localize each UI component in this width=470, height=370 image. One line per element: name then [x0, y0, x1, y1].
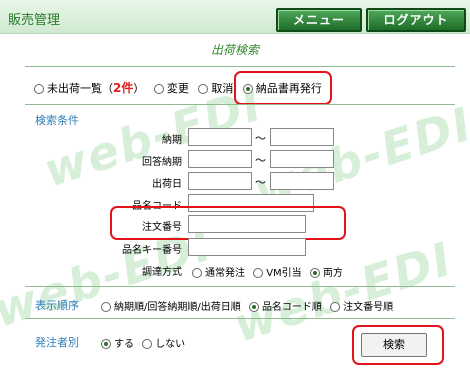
range-separator: ～ [255, 176, 266, 189]
divider [25, 104, 455, 105]
orderer-yes-option[interactable]: する [101, 335, 134, 350]
ship-date-from-input[interactable] [188, 172, 252, 190]
logout-button[interactable]: ログアウト [366, 8, 466, 32]
delivery-date-label: 納期 [162, 135, 182, 146]
sort-radio-group: 納期順/回答納期順/出荷日順 品名コード順 注文番号順 [101, 298, 398, 313]
sort-by-product-code-option[interactable]: 品名コード順 [248, 298, 322, 313]
radio-icon [253, 268, 264, 278]
procurement-radio-group: 通常発注 VM引当 両方 [192, 264, 348, 279]
delivery-date-from-input[interactable] [188, 128, 252, 146]
highlight-box [352, 325, 444, 365]
radio-icon [330, 302, 341, 312]
answer-date-label: 回答納期 [142, 157, 182, 168]
radio-icon [142, 339, 153, 349]
radio-selected-icon [248, 302, 259, 312]
divider [25, 318, 455, 319]
orderer-label: 発注者別 [35, 336, 79, 349]
divider [25, 66, 455, 67]
ship-date-label: 出荷日 [152, 179, 182, 190]
procurement-label: 調達方式 [142, 267, 182, 278]
radio-icon [153, 84, 164, 94]
highlight-box [234, 71, 332, 105]
unshipped-count: 2件 [113, 81, 134, 95]
highlight-box [110, 206, 346, 240]
page-title: 出荷検索 [210, 43, 259, 57]
answer-date-to-input[interactable] [270, 150, 334, 168]
product-key-input[interactable] [188, 238, 306, 256]
radio-icon [198, 84, 209, 94]
radio-icon [34, 84, 44, 94]
title-bar: 販売管理 メニュー ログアウト [0, 0, 470, 34]
mode-cancel[interactable]: 取消 [198, 80, 233, 96]
mode-change[interactable]: 変更 [153, 80, 189, 96]
radio-selected-icon [101, 339, 111, 349]
mode-unshipped-list[interactable]: 未出荷一覧（2件） [34, 79, 144, 96]
procurement-vm-option[interactable]: VM引当 [253, 264, 302, 279]
delivery-date-to-input[interactable] [270, 128, 334, 146]
ship-date-to-input[interactable] [270, 172, 334, 190]
app-title: 販売管理 [8, 13, 61, 28]
sort-by-date-option[interactable]: 納期順/回答納期順/出荷日順 [101, 298, 241, 313]
orderer-radio-group: する しない [101, 335, 190, 350]
orderer-no-option[interactable]: しない [142, 335, 185, 350]
range-separator: ～ [255, 132, 266, 145]
range-separator: ～ [255, 154, 266, 167]
search-criteria-label: 検索条件 [35, 114, 79, 127]
procurement-both-option[interactable]: 両方 [309, 264, 343, 279]
radio-icon [192, 268, 202, 278]
divider [25, 286, 455, 287]
product-key-label: 品名キー番号 [122, 245, 182, 256]
sort-by-order-number-option[interactable]: 注文番号順 [330, 298, 393, 313]
answer-date-from-input[interactable] [188, 150, 252, 168]
radio-selected-icon [309, 268, 320, 278]
radio-icon [101, 302, 111, 312]
sort-order-label: 表示順序 [35, 299, 79, 312]
menu-button[interactable]: メニュー [276, 8, 362, 32]
procurement-normal-option[interactable]: 通常発注 [192, 264, 245, 279]
